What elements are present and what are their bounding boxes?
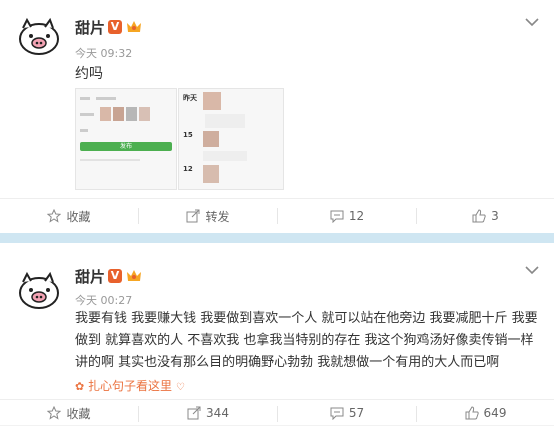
author-name[interactable]: 甜片 (75, 17, 105, 38)
favorite-label: 收藏 (66, 406, 91, 421)
comment-icon (330, 407, 344, 420)
author-name[interactable]: 甜片 (75, 266, 105, 287)
verified-badge: V (108, 20, 122, 34)
thumbs-up-icon (465, 406, 479, 420)
action-bar: 收藏 转发 12 3 (0, 198, 554, 233)
thumbs-up-icon (472, 209, 486, 223)
chevron-down-icon[interactable] (525, 17, 539, 27)
repost-button[interactable]: 344 (139, 400, 277, 426)
star-icon (47, 406, 62, 420)
post-text-line: 做到 就算喜欢的人 不喜欢我 也拿我当特别的存在 我这个狗鸡汤好像卖传销一样 (75, 333, 534, 348)
favorite-button[interactable]: 收藏 (0, 199, 138, 233)
comment-button[interactable]: 57 (278, 400, 416, 426)
repost-icon (187, 406, 201, 420)
like-button[interactable]: 3 (417, 199, 554, 233)
preview-publish-button: 发布 (80, 142, 172, 151)
post-image-2[interactable]: 昨天 15 12 (178, 88, 284, 190)
post-time[interactable]: 今天 09:32 (75, 45, 132, 61)
weibo-post-card: 甜片 V 今天 00:27 我要有钱 我要赚大钱 我要做到喜欢一个人 就可以站在… (0, 243, 554, 425)
star-icon (47, 209, 62, 223)
post-text: 我要有钱 我要赚大钱 我要做到喜欢一个人 就可以站在他旁边 我要减肥十斤 我要 … (75, 308, 545, 374)
comment-icon (330, 210, 344, 223)
post-image-1[interactable]: 发布 (75, 88, 177, 190)
favorite-label: 收藏 (66, 209, 91, 224)
post-text: 约吗 (75, 66, 103, 82)
post-text-line: 我要有钱 我要赚大钱 我要做到喜欢一个人 就可以站在他旁边 我要减肥十斤 我要 (75, 311, 538, 326)
topic-label: 扎心句子看这里 (88, 379, 173, 393)
pig-avatar[interactable] (15, 268, 61, 314)
action-bar: 收藏 344 57 649 (0, 399, 554, 426)
comment-button[interactable]: 12 (278, 199, 416, 233)
crown-icon (127, 270, 141, 281)
pig-avatar[interactable] (15, 14, 61, 60)
post-text-line: 讲的啊 其实也没有那么目的明确野心勃勃 我就想做一个有用的大人而已啊 (75, 355, 500, 370)
comment-count: 57 (348, 406, 365, 420)
favorite-button[interactable]: 收藏 (0, 400, 138, 426)
crown-icon (127, 21, 141, 32)
weibo-post-card: 甜片 V 今天 09:32 约吗 发布 昨天 15 12 收藏 转发 12 3 (0, 0, 554, 233)
repost-icon (186, 209, 200, 223)
flower-icon: ✿ (75, 380, 85, 393)
like-count: 649 (483, 406, 507, 420)
repost-count: 344 (206, 406, 229, 420)
repost-button[interactable]: 转发 (139, 199, 277, 233)
like-count: 3 (491, 209, 499, 223)
like-button[interactable]: 649 (417, 400, 554, 426)
heart-icon: ♡ (175, 382, 185, 393)
topic-link[interactable]: ✿ 扎心句子看这里 ♡ (75, 377, 185, 394)
chevron-down-icon[interactable] (525, 265, 539, 275)
post-time[interactable]: 今天 00:27 (75, 292, 132, 308)
comment-count: 12 (348, 209, 365, 223)
feed-divider (0, 233, 554, 243)
repost-label: 转发 (205, 209, 230, 224)
verified-badge: V (108, 269, 122, 283)
